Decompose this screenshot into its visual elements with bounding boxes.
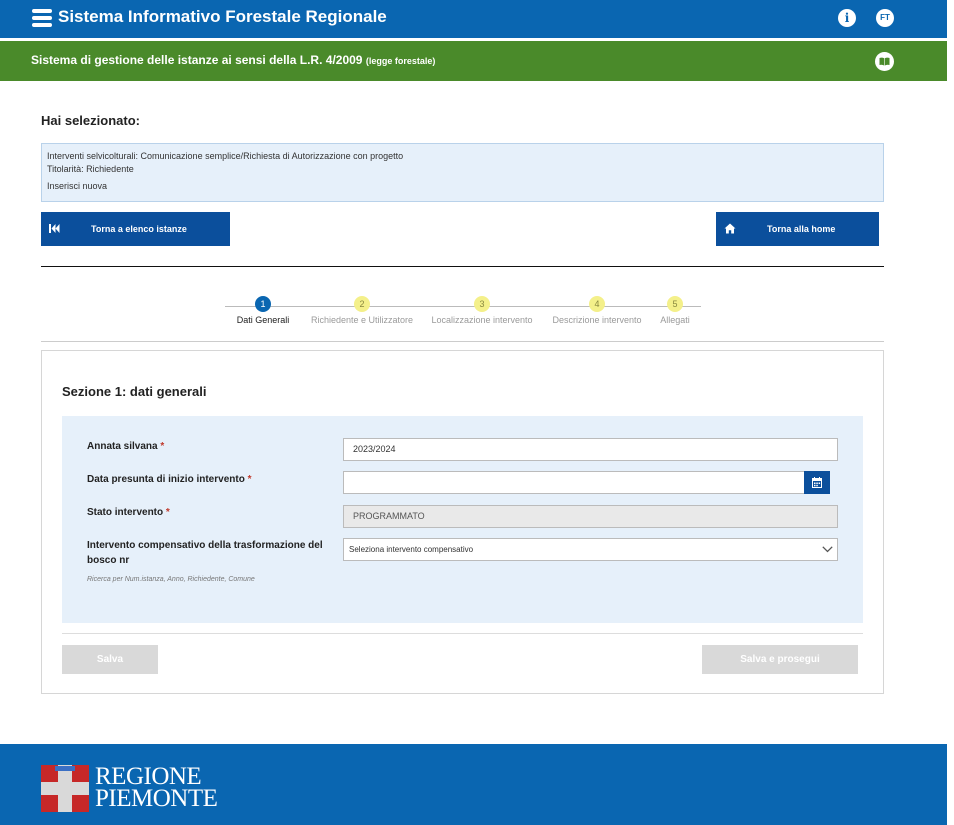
calendar-button[interactable] <box>804 471 830 494</box>
annata-label-text: Annata silvana <box>87 441 158 452</box>
required-mark: * <box>165 507 170 518</box>
selection-summary: Interventi selvicolturali: Comunicazione… <box>41 143 884 202</box>
sub-header-title-text: Sistema di gestione delle istanze ai sen… <box>31 53 363 67</box>
footer: REGIONE PIEMONTE <box>0 744 947 825</box>
back-to-list-button[interactable]: Torna a elenco istanze <box>41 212 230 246</box>
stato-input: PROGRAMMATO <box>343 505 838 528</box>
home-icon <box>724 223 736 234</box>
actions-divider <box>62 633 863 634</box>
calendar-icon <box>812 477 822 488</box>
selection-line-titolarita: Titolarità: Richiedente <box>47 164 134 174</box>
logo-line-2: PIEMONTE <box>95 785 218 812</box>
home-button[interactable]: Torna alla home <box>716 212 879 246</box>
wizard-stepper: 1 Dati Generali 2 Richiedente e Utilizza… <box>225 296 701 330</box>
step-number: 1 <box>255 296 271 312</box>
selection-line-mode: Inserisci nuova <box>47 181 108 191</box>
form-panel: Sezione 1: dati generali Annata silvana … <box>41 350 884 694</box>
stato-label-text: Stato intervento <box>87 507 164 518</box>
chevron-down-icon <box>822 546 833 553</box>
home-label: Torna alla home <box>767 224 836 234</box>
step-allegati[interactable]: 5 Allegati <box>615 296 735 325</box>
required-mark: * <box>247 474 252 485</box>
save-and-continue-button[interactable]: Salva e prosegui <box>702 645 858 674</box>
section-divider <box>41 266 884 267</box>
step-label: Localizzazione intervento <box>431 315 533 325</box>
skip-back-icon <box>49 224 60 233</box>
step-number: 3 <box>474 296 490 312</box>
sub-header-title-small: (legge forestale) <box>365 56 436 66</box>
data-inizio-input[interactable] <box>343 471 805 494</box>
regione-piemonte-logo-text: REGIONE PIEMONTE <box>95 764 218 812</box>
step-number: 4 <box>589 296 605 312</box>
stato-label: Stato intervento * <box>87 505 170 520</box>
user-avatar[interactable]: FT <box>876 9 894 27</box>
sub-header-bar: Sistema di gestione delle istanze ai sen… <box>0 41 947 81</box>
required-mark: * <box>160 441 165 452</box>
menu-icon[interactable] <box>32 9 52 28</box>
data-inizio-label: Data presunta di inizio intervento * <box>87 472 252 487</box>
section-title: Sezione 1: dati generali <box>62 384 207 399</box>
step-number: 2 <box>354 296 370 312</box>
step-number: 5 <box>667 296 683 312</box>
form-fields-area: Annata silvana * 2023/2024 Data presunta… <box>62 416 863 623</box>
sub-header-title: Sistema di gestione delle istanze ai sen… <box>31 53 435 67</box>
annata-input[interactable]: 2023/2024 <box>343 438 838 461</box>
selection-heading: Hai selezionato: <box>41 113 140 128</box>
compensativo-select-value: Seleziona intervento compensativo <box>349 545 474 554</box>
app-title: Sistema Informativo Forestale Regionale <box>58 7 387 26</box>
compensativo-select[interactable]: Seleziona intervento compensativo <box>343 538 838 561</box>
step-richiedente[interactable]: 2 Richiedente e Utilizzatore <box>302 296 422 325</box>
step-localizzazione[interactable]: 3 Localizzazione intervento <box>422 296 542 325</box>
book-icon <box>879 57 890 66</box>
data-inizio-label-text: Data presunta di inizio intervento <box>87 474 245 485</box>
regione-piemonte-logo-icon <box>41 765 89 812</box>
selection-line-intervento: Interventi selvicolturali: Comunicazione… <box>47 151 404 161</box>
save-button[interactable]: Salva <box>62 645 158 674</box>
back-to-list-label: Torna a elenco istanze <box>91 224 187 234</box>
annata-label: Annata silvana * <box>87 439 164 454</box>
info-button[interactable]: i <box>838 9 856 27</box>
step-label: Richiedente e Utilizzatore <box>310 315 414 325</box>
compensativo-label: Intervento compensativo della trasformaz… <box>87 540 323 566</box>
manual-book-button[interactable] <box>875 52 894 71</box>
top-bar: Sistema Informativo Forestale Regionale … <box>0 0 947 38</box>
stepper-divider <box>41 341 884 342</box>
step-label: Allegati <box>660 315 690 325</box>
compensativo-hint: Ricerca per Num.istanza, Anno, Richieden… <box>87 576 255 583</box>
